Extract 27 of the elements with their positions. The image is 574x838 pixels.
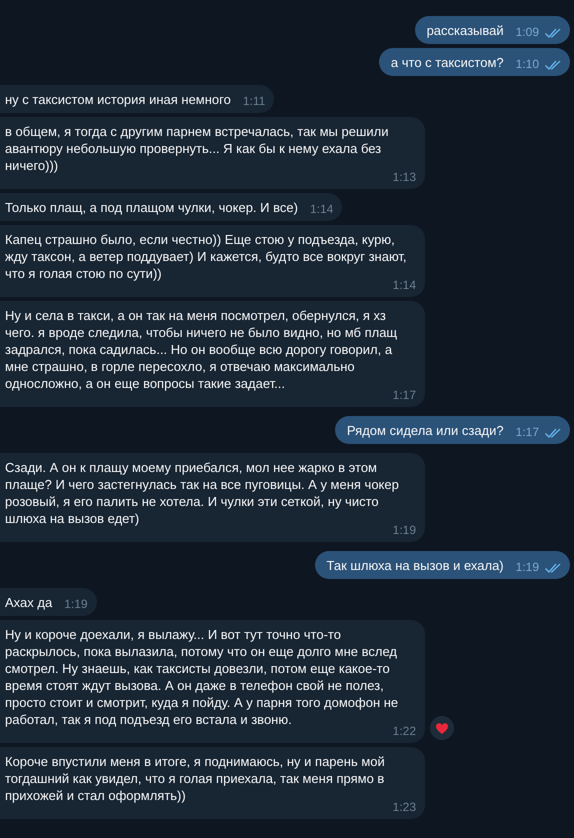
message-text: Ну и короче доехали, я вылажу... И вот тут точно что-то раскрылось, пока вылазила, потому что он еще долго мне вслед смотрел. Ну знаешь, как таксисты довезли, потом еще какое-то время стоят ждут вызова. А он даже в телефон свой не полез, просто стоит и смотрит, куда я пойду. А у парня того домофон не работал, так я под подъезд его встала и звоню. <box>5 626 398 727</box>
message-time: 1:19 <box>516 561 539 574</box>
message-time: 1:11 <box>242 95 266 108</box>
message-text: Короче впустили меня в итоге, я поднимаюсь, ну и парень мой тогдашний как увидел, что я голая приехала, так меня прямо в прихожей и стал оформлять)) <box>5 753 386 804</box>
message-time: 1:17 <box>392 389 416 402</box>
message-time: 1:19 <box>392 524 416 537</box>
message-time: 1:14 <box>392 279 416 292</box>
message-time: 1:23 <box>392 801 416 814</box>
message-text: Только плащ, а под плащом чулки, чокер. И все) <box>5 199 298 216</box>
message-text: Рядом сидела или сзади? <box>346 422 504 439</box>
message-text: ну с таксистом история иная немного <box>5 91 231 108</box>
heart-reaction-icon[interactable] <box>430 716 454 740</box>
message-time: 1:10 <box>516 58 539 71</box>
message-text: в общем, я тогда с другим парнем встречалась, так мы решили авантюру небольшую провернуть... Я как бы к нему ехала без ничего))) <box>5 123 390 174</box>
message-time: 1:22 <box>392 725 416 738</box>
message-time: 1:14 <box>310 203 334 216</box>
message-time: 1:19 <box>64 598 88 611</box>
message-text: Так шлюха на вызов и ехала) <box>326 557 504 574</box>
message-text: Ахах да <box>5 594 52 611</box>
message-text: Ну и села в такси, а он так на меня посмотрел, обернулся, я хз чего. я вроде следила, чтобы ничего не было видно, но мб плащ задрался, пока садилась... Но он вообще всю дорогу говорил, а мне страшно, в горле пересохло, я отвечаю максимально односложно, а он еще вопросы такие задает... <box>5 307 398 391</box>
message-time: 1:17 <box>516 426 539 439</box>
message-text: Сзади. А он к плащу моему приебался, мол нее жарко в этом плаще? И чего застегнулась так на все пуговицы. А у меня чокер розовый, я его палить не хотела. И чулки эти сеткой, ну чисто шлюха на вызов едет) <box>5 459 399 526</box>
message-time: 1:09 <box>516 26 539 39</box>
message-text: рассказывай <box>426 22 504 39</box>
message-text: Капец страшно было, если честно)) Еще стою у подъезда, курю, жду таксон, а ветер поддувает) И кажется, будто все вокруг знают, что я голая стою по сути)) <box>5 231 407 281</box>
message-text: а что с таксистом? <box>390 54 504 71</box>
message-time: 1:13 <box>392 171 416 184</box>
